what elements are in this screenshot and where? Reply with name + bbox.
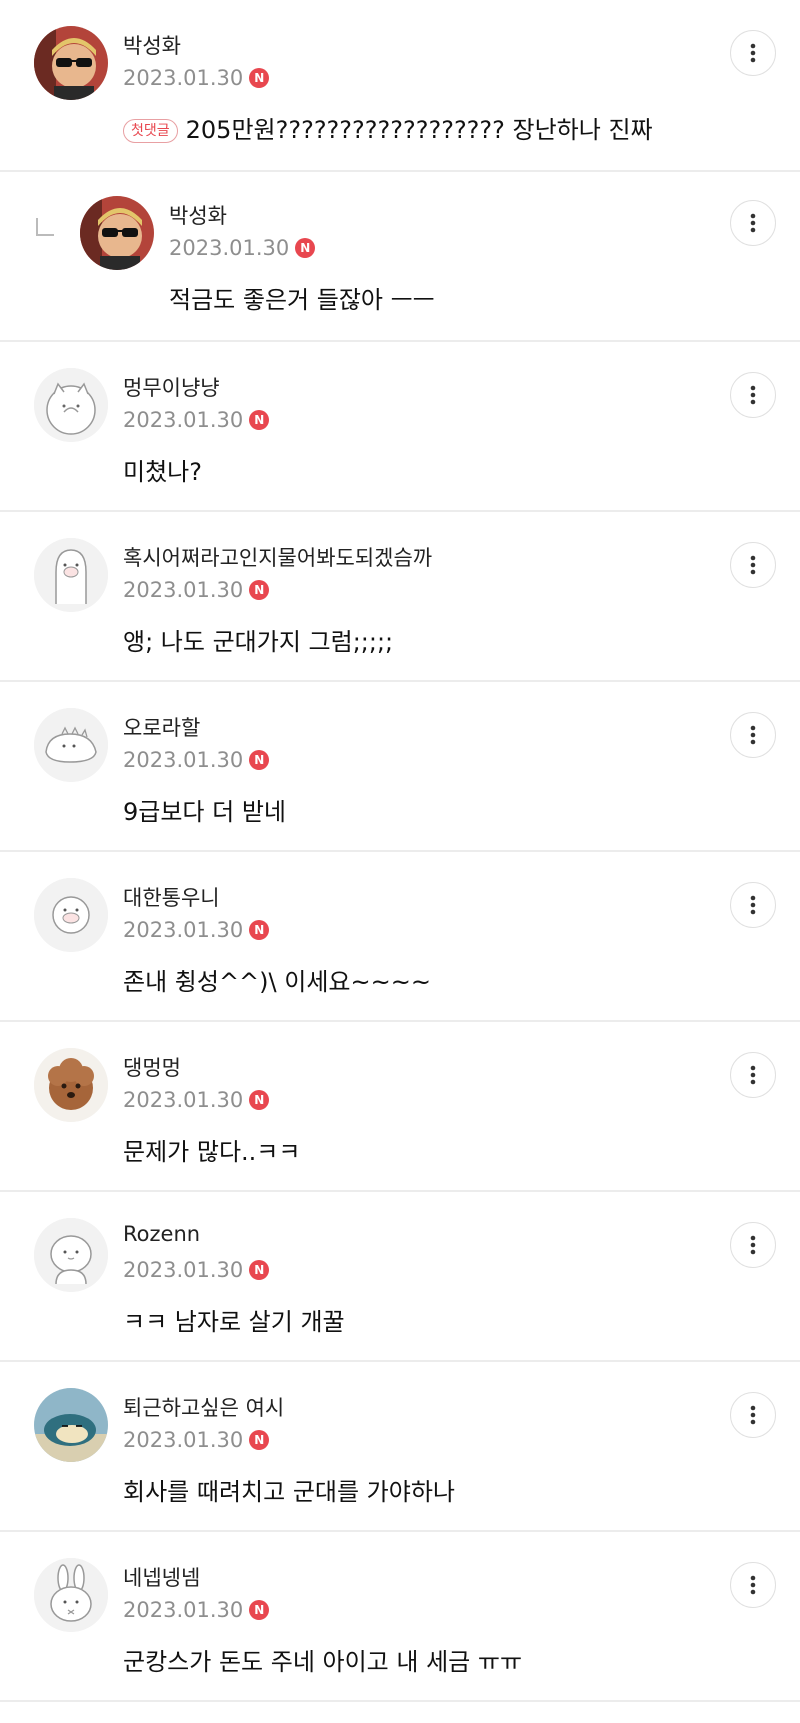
comment-meta: 2023.01.30 N — [123, 408, 270, 432]
avatar[interactable] — [34, 26, 108, 100]
more-vertical-icon — [750, 1065, 756, 1085]
comment-meta: 2023.01.30 N — [123, 1598, 270, 1622]
avatar[interactable] — [34, 1558, 108, 1632]
comment-meta: 2023.01.30 N — [169, 236, 316, 260]
avatar[interactable] — [80, 196, 154, 270]
comment-item: 멍무이냥냥 2023.01.30 N 미쳤나? — [0, 342, 800, 512]
comment-text: 미쳤나? — [123, 458, 202, 486]
comment-meta: 2023.01.30 N — [123, 918, 270, 942]
avatar[interactable] — [34, 368, 108, 442]
more-vertical-icon — [750, 1575, 756, 1595]
new-badge: N — [249, 1260, 270, 1280]
new-badge: N — [249, 580, 270, 600]
more-options-button[interactable] — [730, 1222, 776, 1268]
more-options-button[interactable] — [730, 882, 776, 928]
nickname[interactable]: Rozenn — [123, 1222, 200, 1246]
comment-meta: 2023.01.30 N — [123, 66, 270, 90]
comment-meta: 2023.01.30 N — [123, 1258, 270, 1282]
new-badge: N — [249, 1090, 270, 1110]
avatar[interactable] — [34, 1388, 108, 1462]
new-badge: N — [249, 1430, 270, 1450]
comment-meta: 2023.01.30 N — [123, 1428, 270, 1452]
comment-date: 2023.01.30 — [123, 578, 244, 602]
new-badge: N — [249, 68, 270, 88]
comment-date: 2023.01.30 — [169, 236, 290, 260]
comment-item: 댕멍멍 2023.01.30 N 문제가 많다..ㅋㅋ — [0, 1022, 800, 1192]
comment-date: 2023.01.30 — [123, 408, 244, 432]
nickname[interactable]: 멍무이냥냥 — [123, 372, 220, 402]
reply-comment-item: 박성화 2023.01.30 N 적금도 좋은거 들잖아 ㅡㅡ — [0, 172, 800, 342]
comment-text: 존내 췽성^^)\ 이세요~~~~ — [123, 968, 431, 996]
comment-date: 2023.01.30 — [123, 66, 244, 90]
avatar[interactable] — [34, 708, 108, 782]
more-vertical-icon — [750, 895, 756, 915]
more-vertical-icon — [750, 725, 756, 745]
new-badge: N — [249, 750, 270, 770]
nickname[interactable]: 네넵넹넴 — [123, 1562, 200, 1592]
new-badge: N — [295, 238, 316, 258]
nickname[interactable]: 대한통우니 — [123, 882, 220, 912]
comment-date: 2023.01.30 — [123, 1088, 244, 1112]
comment-text: 적금도 좋은거 들잖아 ㅡㅡ — [169, 286, 435, 314]
comment-date: 2023.01.30 — [123, 1258, 244, 1282]
comment-text: 205만원?????????????????? 장난하나 진짜 — [185, 116, 653, 144]
more-options-button[interactable] — [730, 1562, 776, 1608]
new-badge: N — [249, 410, 270, 430]
avatar[interactable] — [34, 1218, 108, 1292]
comment-item: Rozenn 2023.01.30 N ㅋㅋ 남자로 살기 개꿀 — [0, 1192, 800, 1362]
comment-item: 박성화 2023.01.30 N 첫댓글 205만원???????????????… — [0, 0, 800, 172]
nickname[interactable]: 퇴근하고싶은 여시 — [123, 1392, 284, 1422]
more-vertical-icon — [750, 555, 756, 575]
comment-date: 2023.01.30 — [123, 918, 244, 942]
new-badge: N — [249, 920, 270, 940]
nickname[interactable]: 댕멍멍 — [123, 1052, 181, 1082]
comment-text: 9급보다 더 받네 — [123, 798, 287, 826]
comment-item: 네넵넹넴 2023.01.30 N 군캉스가 돈도 주네 아이고 내 세금 ㅠㅠ — [0, 1532, 800, 1702]
more-options-button[interactable] — [730, 30, 776, 76]
comment-item: 오로라할 2023.01.30 N 9급보다 더 받네 — [0, 682, 800, 852]
comment-date: 2023.01.30 — [123, 748, 244, 772]
new-badge: N — [249, 1600, 270, 1620]
comment-body: 첫댓글 205만원?????????????????? 장난하나 진짜 — [123, 110, 653, 145]
more-vertical-icon — [750, 43, 756, 63]
comment-item: 퇴근하고싶은 여시 2023.01.30 N 회사를 때려치고 군대를 가야하나 — [0, 1362, 800, 1532]
more-options-button[interactable] — [730, 1052, 776, 1098]
first-comment-badge: 첫댓글 — [123, 119, 178, 143]
comment-item: 혹시어쩌라고인지물어봐도되겠슴까 2023.01.30 N 앵; 나도 군대가지… — [0, 512, 800, 682]
more-options-button[interactable] — [730, 200, 776, 246]
nickname[interactable]: 박성화 — [169, 200, 227, 230]
comment-item: 대한통우니 2023.01.30 N 존내 췽성^^)\ 이세요~~~~ — [0, 852, 800, 1022]
more-options-button[interactable] — [730, 542, 776, 588]
comment-meta: 2023.01.30 N — [123, 578, 270, 602]
comment-date: 2023.01.30 — [123, 1428, 244, 1452]
more-vertical-icon — [750, 213, 756, 233]
more-options-button[interactable] — [730, 372, 776, 418]
nickname[interactable]: 박성화 — [123, 30, 181, 60]
comment-date: 2023.01.30 — [123, 1598, 244, 1622]
nickname[interactable]: 오로라할 — [123, 712, 200, 742]
comment-text: ㅋㅋ 남자로 살기 개꿀 — [123, 1308, 345, 1336]
comment-text: 앵; 나도 군대가지 그럼;;;;; — [123, 628, 394, 656]
comment-meta: 2023.01.30 N — [123, 1088, 270, 1112]
nickname[interactable]: 혹시어쩌라고인지물어봐도되겠슴까 — [123, 542, 432, 572]
comment-text: 문제가 많다..ㅋㅋ — [123, 1138, 301, 1166]
comment-meta: 2023.01.30 N — [123, 748, 270, 772]
avatar[interactable] — [34, 538, 108, 612]
comment-text: 군캉스가 돈도 주네 아이고 내 세금 ㅠㅠ — [123, 1648, 523, 1676]
more-options-button[interactable] — [730, 712, 776, 758]
more-vertical-icon — [750, 1405, 756, 1425]
avatar[interactable] — [34, 878, 108, 952]
more-options-button[interactable] — [730, 1392, 776, 1438]
more-vertical-icon — [750, 385, 756, 405]
reply-indent-icon — [36, 218, 54, 236]
comment-list: 박성화 2023.01.30 N 첫댓글 205만원???????????????… — [0, 0, 800, 1702]
avatar[interactable] — [34, 1048, 108, 1122]
comment-text: 회사를 때려치고 군대를 가야하나 — [123, 1478, 456, 1506]
more-vertical-icon — [750, 1235, 756, 1255]
